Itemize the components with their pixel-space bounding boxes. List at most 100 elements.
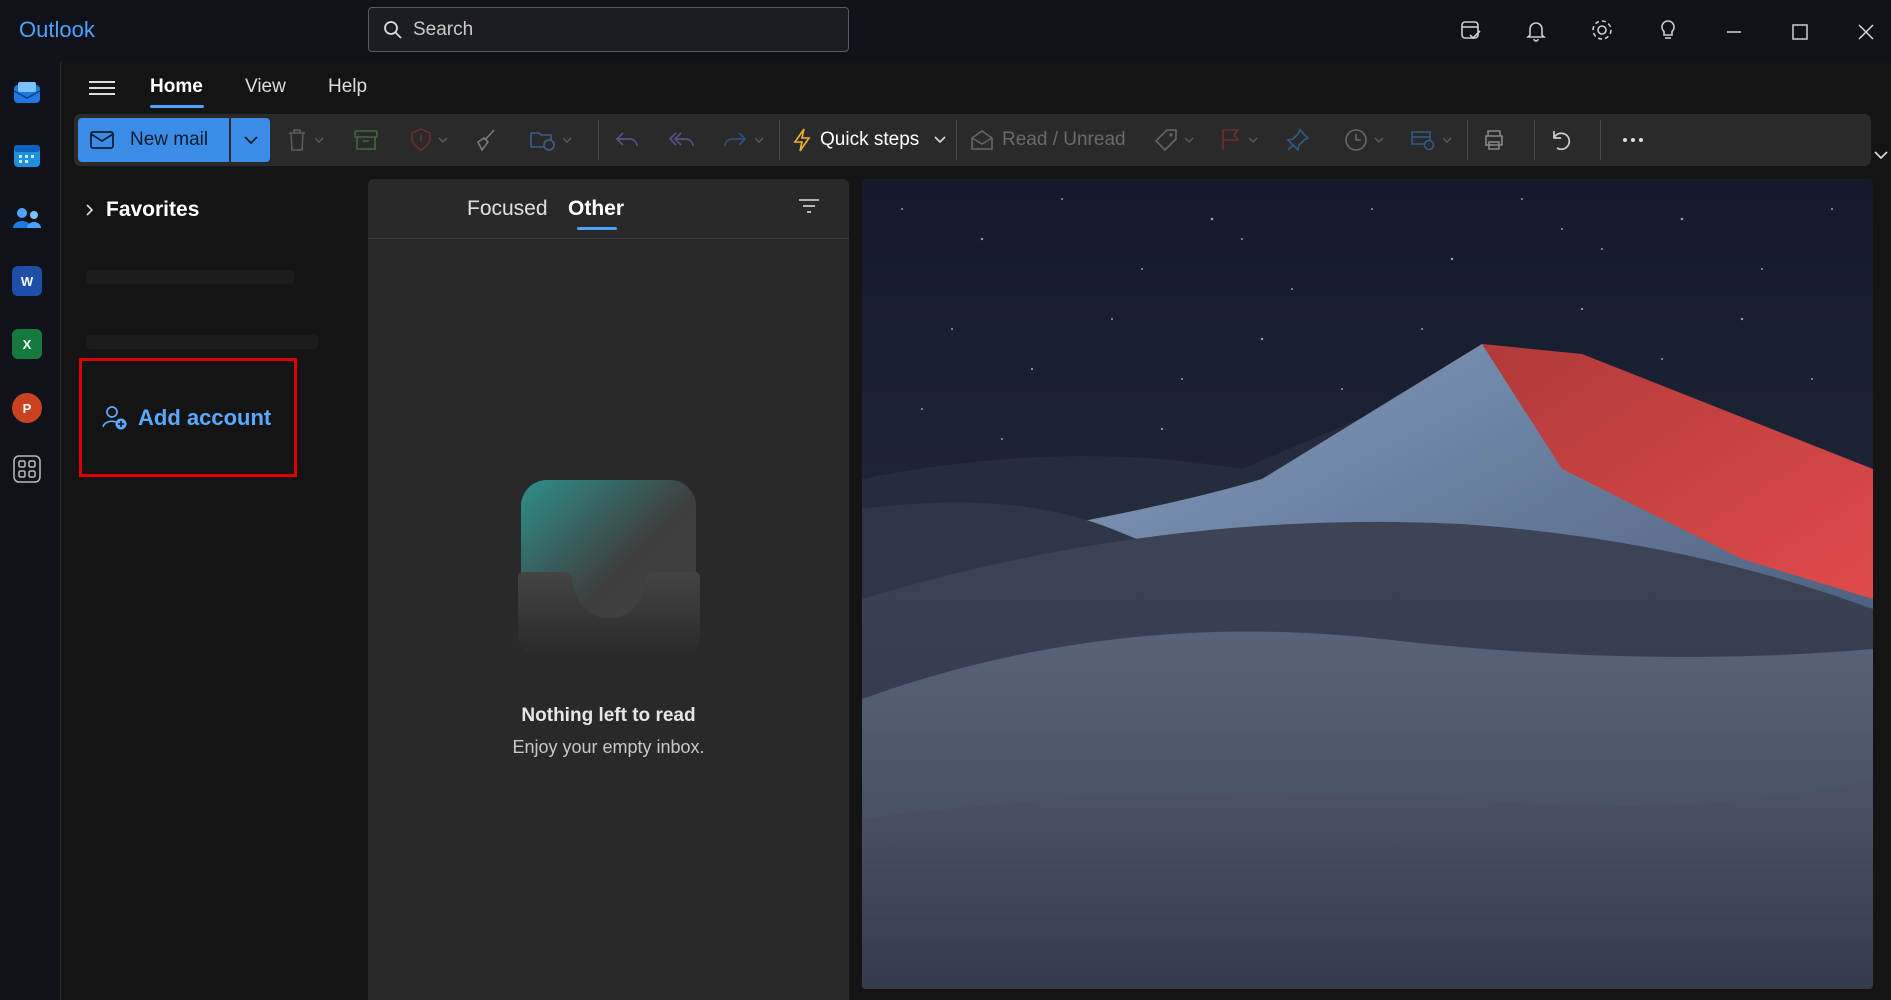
mail-app-icon bbox=[13, 82, 41, 103]
new-mail-label: New mail bbox=[130, 129, 209, 150]
flag-button[interactable] bbox=[1220, 124, 1258, 156]
favorites-header[interactable]: Favorites bbox=[86, 198, 199, 222]
people-icon bbox=[13, 208, 41, 228]
ribbon-collapse-button[interactable] bbox=[1874, 147, 1888, 165]
toolbar-separator bbox=[956, 120, 957, 160]
forward-button[interactable] bbox=[722, 124, 764, 156]
placeholder-folder-row bbox=[86, 335, 318, 349]
quick-steps-label: Quick steps bbox=[820, 129, 920, 150]
tab-help[interactable]: Help bbox=[328, 76, 367, 98]
sweep-button[interactable] bbox=[474, 124, 498, 156]
tag-button[interactable] bbox=[1154, 124, 1194, 156]
close-button[interactable] bbox=[1846, 14, 1886, 50]
chevron-down-icon bbox=[314, 137, 324, 143]
reply-icon bbox=[615, 132, 638, 147]
add-account-label: Add account bbox=[138, 404, 272, 430]
bell-icon[interactable] bbox=[1520, 14, 1552, 46]
tab-other[interactable]: Other bbox=[568, 197, 624, 221]
reply-all-button[interactable] bbox=[668, 124, 696, 156]
rules-icon bbox=[1411, 131, 1435, 151]
powerpoint-icon: P bbox=[22, 400, 32, 416]
pin-button[interactable] bbox=[1286, 124, 1310, 156]
gear-icon[interactable] bbox=[1586, 14, 1618, 46]
minimize-icon bbox=[1727, 31, 1741, 33]
tab-other-underline bbox=[577, 227, 617, 230]
flag-icon bbox=[1222, 129, 1240, 150]
tab-view[interactable]: View bbox=[245, 76, 286, 98]
reply-button[interactable] bbox=[614, 124, 640, 156]
placeholder-folder-row bbox=[86, 270, 294, 284]
new-mail-button[interactable]: New mail bbox=[78, 118, 229, 162]
reading-pane bbox=[862, 179, 1873, 989]
app-title: Outlook bbox=[19, 17, 95, 42]
command-bar: New mail Quick steps Read / Unread bbox=[74, 114, 1871, 166]
more-icon bbox=[1623, 138, 1643, 142]
empty-inbox-subtitle: Enjoy your empty inbox. bbox=[512, 737, 705, 757]
search-icon bbox=[384, 20, 402, 39]
maximize-button[interactable] bbox=[1780, 14, 1820, 50]
archive-button[interactable] bbox=[354, 124, 378, 156]
rail-excel[interactable]: X bbox=[12, 329, 42, 359]
undo-button[interactable] bbox=[1549, 124, 1573, 156]
my-day-icon[interactable] bbox=[1455, 14, 1487, 46]
toolbar-separator bbox=[1534, 120, 1535, 160]
favorites-label: Favorites bbox=[106, 198, 200, 221]
word-icon: W bbox=[20, 273, 34, 289]
search-placeholder: Search bbox=[413, 18, 474, 40]
more-options-button[interactable] bbox=[1622, 124, 1644, 156]
excel-icon: X bbox=[22, 336, 32, 352]
apps-grid-icon bbox=[13, 455, 41, 483]
lightbulb-icon[interactable] bbox=[1652, 14, 1684, 46]
quick-steps-button[interactable]: Quick steps bbox=[792, 124, 919, 156]
message-list: Focused Other Nothing left to read Enjoy… bbox=[368, 179, 849, 1000]
outlook-window: Outlook Search W X P Home View Help New … bbox=[0, 0, 1891, 1000]
toolbar-separator bbox=[1600, 120, 1601, 160]
filter-icon[interactable] bbox=[798, 197, 822, 217]
chevron-down-icon bbox=[1184, 137, 1194, 143]
tag-icon bbox=[1154, 129, 1177, 152]
print-button[interactable] bbox=[1482, 124, 1506, 156]
trash-icon bbox=[289, 129, 305, 151]
read-unread-label: Read / Unread bbox=[1002, 129, 1126, 150]
clock-icon bbox=[1345, 129, 1367, 151]
delete-button[interactable] bbox=[286, 124, 324, 156]
minimize-button[interactable] bbox=[1714, 14, 1754, 50]
rail-calendar[interactable] bbox=[12, 141, 42, 171]
read-unread-button[interactable]: Read / Unread bbox=[970, 124, 1126, 156]
empty-inbox-title: Nothing left to read bbox=[521, 705, 696, 726]
undo-icon bbox=[1553, 131, 1571, 151]
rail-more-apps[interactable] bbox=[12, 454, 42, 484]
shield-icon bbox=[411, 128, 431, 151]
app-rail: W X P bbox=[0, 62, 61, 1000]
chevron-down-icon bbox=[1248, 137, 1258, 143]
envelope-open-icon bbox=[971, 130, 993, 150]
hamburger-menu-icon[interactable] bbox=[89, 77, 115, 101]
tab-focused[interactable]: Focused bbox=[467, 197, 548, 221]
rail-mail[interactable] bbox=[12, 78, 42, 108]
quick-steps-dropdown[interactable] bbox=[934, 124, 946, 156]
message-list-header: Focused Other bbox=[368, 179, 849, 239]
toolbar-separator bbox=[779, 120, 780, 160]
title-bar: Outlook Search bbox=[0, 0, 1891, 62]
chevron-down-icon bbox=[1374, 137, 1384, 143]
maximize-icon bbox=[1792, 24, 1808, 40]
add-account-button[interactable]: Add account bbox=[79, 358, 297, 477]
chevron-down-icon bbox=[754, 137, 764, 143]
lightning-icon bbox=[793, 128, 811, 152]
add-person-icon bbox=[102, 405, 127, 429]
snooze-button[interactable] bbox=[1344, 124, 1384, 156]
rail-word[interactable]: W bbox=[12, 266, 42, 296]
broom-icon bbox=[476, 129, 495, 152]
calendar-icon bbox=[14, 145, 40, 167]
folder-pane: Favorites Add account bbox=[62, 170, 367, 1000]
close-icon bbox=[1858, 24, 1874, 40]
report-button[interactable] bbox=[410, 124, 448, 156]
tab-home[interactable]: Home bbox=[150, 76, 203, 98]
search-box[interactable]: Search bbox=[368, 7, 849, 52]
rail-powerpoint[interactable]: P bbox=[12, 393, 42, 423]
rules-button[interactable] bbox=[1410, 124, 1452, 156]
new-mail-dropdown[interactable] bbox=[231, 118, 270, 162]
reply-all-icon bbox=[668, 132, 694, 147]
move-to-button[interactable] bbox=[530, 124, 572, 156]
rail-people[interactable] bbox=[12, 203, 42, 233]
